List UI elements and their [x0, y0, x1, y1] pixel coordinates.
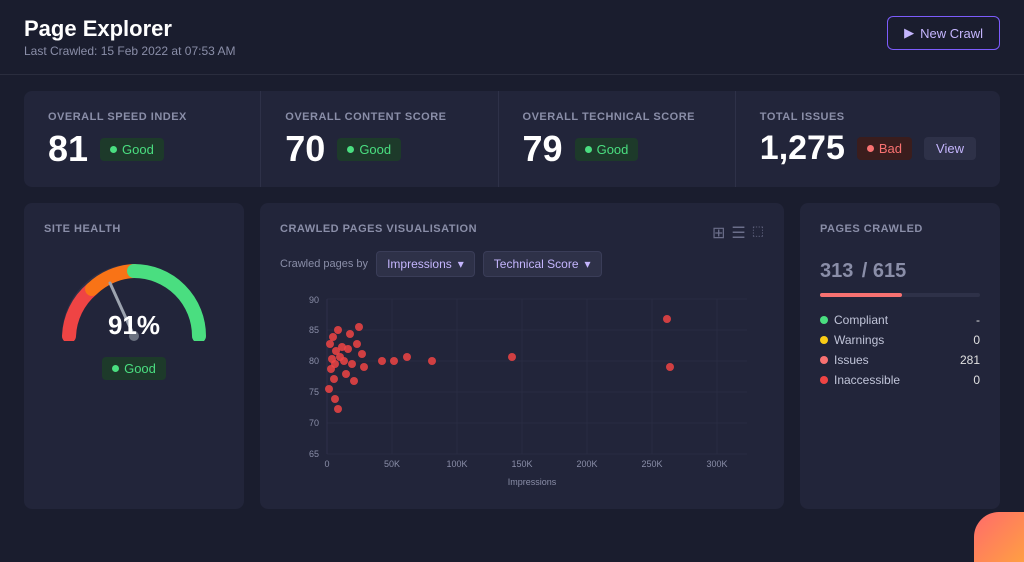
- compliant-stat: Compliant -: [820, 313, 980, 327]
- pages-bar-fill: [820, 293, 902, 297]
- export-icon[interactable]: ⬚: [752, 223, 764, 243]
- avatar: [974, 512, 1024, 562]
- grid-icon[interactable]: ⊞: [712, 223, 725, 243]
- svg-text:0: 0: [324, 459, 329, 469]
- pages-crawled-count: 313 / 615: [820, 251, 980, 285]
- technical-dot: [585, 146, 592, 153]
- chevron-down-icon: ▾: [458, 257, 464, 271]
- content-label: OVERALL CONTENT SCORE: [285, 111, 473, 123]
- svg-text:50K: 50K: [384, 459, 400, 469]
- page-header: Page Explorer Last Crawled: 15 Feb 2022 …: [0, 0, 1024, 75]
- inaccessible-stat: Inaccessible 0: [820, 373, 980, 387]
- content-dot: [347, 146, 354, 153]
- crawled-pages-panel: CRAWLED PAGES VISUALISATION ⊞ ☰ ⬚ Crawle…: [260, 203, 784, 509]
- impressions-dropdown[interactable]: Impressions ▾: [376, 251, 475, 277]
- technical-score-dropdown[interactable]: Technical Score ▾: [483, 251, 602, 277]
- speed-badge: Good: [100, 138, 164, 161]
- list-icon[interactable]: ☰: [731, 223, 745, 243]
- speed-index-card: OVERALL SPEED INDEX 81 Good: [24, 91, 261, 187]
- svg-text:100K: 100K: [446, 459, 467, 469]
- svg-text:200K: 200K: [576, 459, 597, 469]
- svg-text:150K: 150K: [511, 459, 532, 469]
- issues-value: 1,275: [760, 131, 845, 165]
- content-value: 70: [285, 131, 325, 167]
- compliant-value: -: [976, 313, 980, 327]
- inaccessible-label: Inaccessible: [834, 373, 900, 387]
- crawled-sublabel: Crawled pages by: [280, 258, 368, 270]
- technical-score-card: OVERALL TECHNICAL SCORE 79 Good: [499, 91, 736, 187]
- speed-dot: [110, 146, 117, 153]
- issues-dot: [867, 145, 874, 152]
- site-health-badge: Good: [102, 357, 166, 380]
- svg-text:80: 80: [309, 356, 319, 366]
- pages-crawled-label: PAGES CRAWLED: [820, 223, 980, 235]
- svg-text:Impressions: Impressions: [508, 477, 557, 487]
- speed-value: 81: [48, 131, 88, 167]
- pages-progress-bar: [820, 293, 980, 297]
- scatter-chart-svg: 90 85 80 75 70 65: [280, 289, 764, 489]
- page-title: Page Explorer: [24, 16, 235, 42]
- bottom-row: SITE HEALTH 91%: [24, 203, 1000, 509]
- content-score-card: OVERALL CONTENT SCORE 70 Good: [261, 91, 498, 187]
- technical-label: OVERALL TECHNICAL SCORE: [523, 111, 711, 123]
- technical-value: 79: [523, 131, 563, 167]
- health-badge-dot: [112, 365, 119, 372]
- speed-label: OVERALL SPEED INDEX: [48, 111, 236, 123]
- new-crawl-button[interactable]: ▶ New Crawl: [887, 16, 1000, 50]
- pages-stats: Compliant - Warnings 0 Issues: [820, 313, 980, 387]
- pages-total: / 615: [862, 260, 907, 282]
- site-health-label: SITE HEALTH: [44, 223, 121, 235]
- site-health-panel: SITE HEALTH 91%: [24, 203, 244, 509]
- warnings-value: 0: [973, 333, 980, 347]
- compliant-label: Compliant: [834, 313, 888, 327]
- svg-text:85: 85: [309, 325, 319, 335]
- warnings-dot: [820, 336, 828, 344]
- issues-stat-value: 281: [960, 353, 980, 367]
- warnings-label: Warnings: [834, 333, 884, 347]
- issues-label: TOTAL ISSUES: [760, 111, 976, 123]
- play-icon: ▶: [904, 25, 914, 41]
- pages-crawled-panel: PAGES CRAWLED 313 / 615 Compliant -: [800, 203, 1000, 509]
- crawled-pages-label: CRAWLED PAGES VISUALISATION: [280, 223, 477, 235]
- svg-text:250K: 250K: [641, 459, 662, 469]
- last-crawled-subtitle: Last Crawled: 15 Feb 2022 at 07:53 AM: [24, 44, 235, 58]
- issues-badge: Bad: [857, 137, 912, 160]
- issues-stat: Issues 281: [820, 353, 980, 367]
- svg-text:65: 65: [309, 449, 319, 459]
- content-badge: Good: [337, 138, 401, 161]
- svg-text:70: 70: [309, 418, 319, 428]
- inaccessible-value: 0: [973, 373, 980, 387]
- compliant-dot: [820, 316, 828, 324]
- chart-icons: ⊞ ☰ ⬚: [712, 223, 764, 243]
- view-issues-button[interactable]: View: [924, 137, 976, 160]
- technical-badge: Good: [575, 138, 639, 161]
- chevron-down-icon-2: ▾: [585, 257, 591, 271]
- gauge-value: 91%: [108, 310, 160, 341]
- gauge-container: 91%: [54, 251, 214, 341]
- crawled-panel-header: CRAWLED PAGES VISUALISATION ⊞ ☰ ⬚: [280, 223, 764, 243]
- metrics-row: OVERALL SPEED INDEX 81 Good OVERALL CONT…: [24, 91, 1000, 187]
- issues-stat-label: Issues: [834, 353, 869, 367]
- svg-text:300K: 300K: [706, 459, 727, 469]
- inaccessible-dot: [820, 376, 828, 384]
- total-issues-card: TOTAL ISSUES 1,275 Bad View: [736, 91, 1000, 187]
- issues-stat-dot: [820, 356, 828, 364]
- scatter-chart-area: 90 85 80 75 70 65: [280, 289, 764, 489]
- warnings-stat: Warnings 0: [820, 333, 980, 347]
- svg-text:90: 90: [309, 295, 319, 305]
- svg-text:75: 75: [309, 387, 319, 397]
